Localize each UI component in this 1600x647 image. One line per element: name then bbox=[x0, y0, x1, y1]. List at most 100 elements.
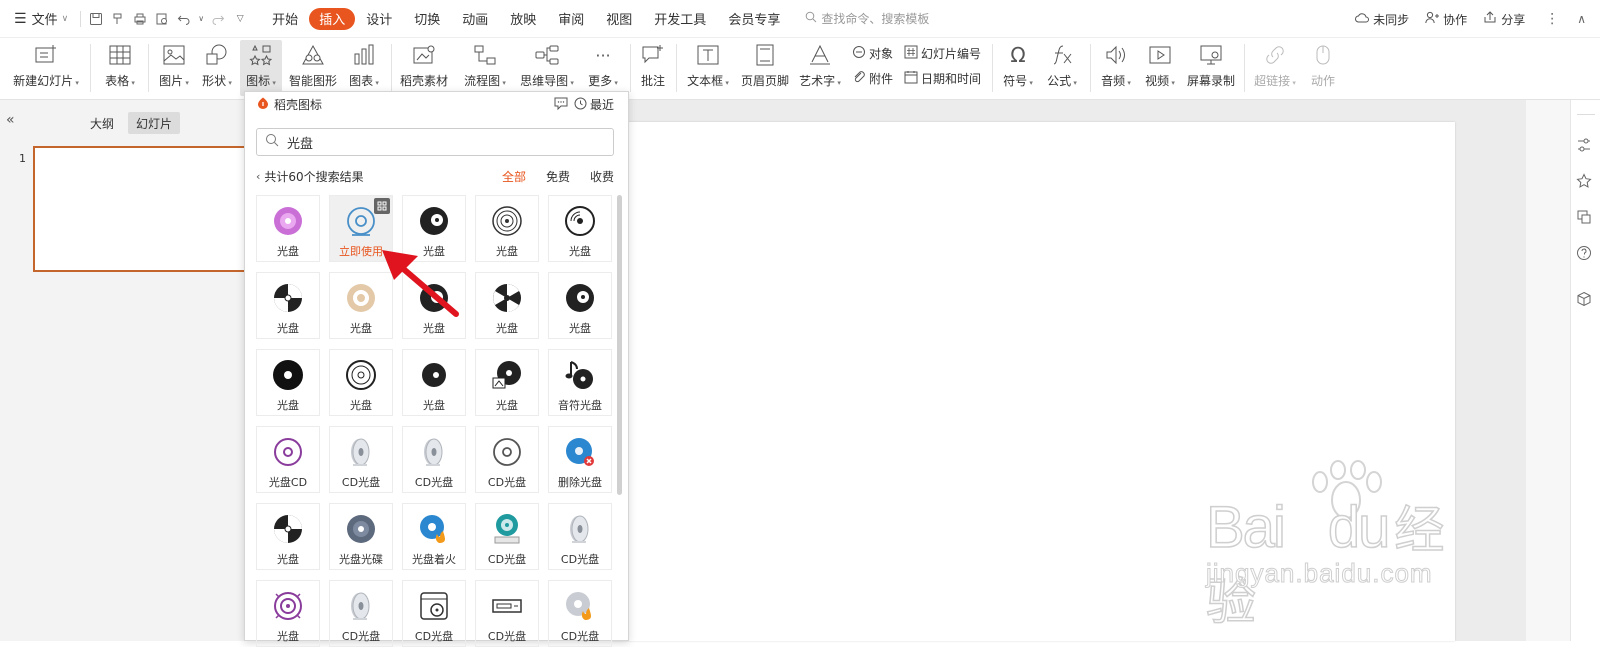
print-preview-icon[interactable] bbox=[151, 0, 173, 38]
docer-material-button[interactable]: 稻壳素材 bbox=[398, 40, 450, 96]
transform-icon[interactable] bbox=[1573, 206, 1595, 228]
audio-button[interactable]: 音频 ▾ bbox=[1096, 40, 1136, 96]
tab-slides[interactable]: 幻灯片 bbox=[128, 112, 181, 134]
attachment-button[interactable]: 附件 bbox=[852, 68, 893, 88]
grid-view-icon[interactable] bbox=[374, 198, 390, 214]
textbox-button[interactable]: 文本框 ▾ bbox=[683, 40, 733, 96]
chart-button[interactable]: 图表 ▾ bbox=[344, 40, 384, 96]
picture-button[interactable]: 图片 ▾ bbox=[154, 40, 194, 96]
icon-cell[interactable]: 删除光盘 bbox=[548, 426, 612, 493]
icon-search-box[interactable] bbox=[256, 128, 614, 156]
star-icon[interactable] bbox=[1573, 170, 1595, 192]
properties-icon[interactable] bbox=[1573, 134, 1595, 156]
icon-cell[interactable]: 光盘 bbox=[475, 195, 539, 262]
icon-cell[interactable]: CD光盘 bbox=[548, 503, 612, 570]
symbol-button[interactable]: Ω 符号 ▾ bbox=[998, 40, 1038, 96]
hyperlink-button[interactable]: 超链接 ▾ bbox=[1252, 40, 1298, 96]
icon-cell[interactable]: 光盘 bbox=[256, 195, 320, 262]
icon-cell[interactable]: 光盘 bbox=[256, 503, 320, 570]
icon-label: 光盘 bbox=[496, 399, 518, 412]
cube-icon[interactable] bbox=[1573, 288, 1595, 310]
disc-icon bbox=[563, 204, 597, 238]
action-button[interactable]: 动作 bbox=[1304, 40, 1342, 96]
icon-cell[interactable]: 光盘 bbox=[329, 349, 393, 416]
sync-button[interactable]: 未同步 bbox=[1347, 11, 1417, 28]
icon-cell[interactable]: 光盘 bbox=[402, 349, 466, 416]
tab-view[interactable]: 视图 bbox=[595, 0, 643, 38]
undo-icon[interactable] bbox=[173, 0, 195, 38]
icon-cell[interactable]: CD光盘 bbox=[402, 580, 466, 647]
print-icon[interactable] bbox=[129, 0, 151, 38]
icon-cell[interactable]: CD光盘 bbox=[329, 580, 393, 647]
slide-thumbnail[interactable] bbox=[33, 146, 248, 272]
more-icon[interactable]: ⋮ bbox=[1533, 11, 1571, 27]
video-button[interactable]: 视频 ▾ bbox=[1140, 40, 1180, 96]
shape-button[interactable]: 形状 ▾ bbox=[197, 40, 237, 96]
command-search[interactable]: 查找命令、搜索模板 bbox=[805, 10, 929, 27]
recent-button[interactable]: 最近 bbox=[574, 96, 614, 113]
slide-number-button[interactable]: 幻灯片编号 bbox=[904, 43, 981, 63]
icon-cell[interactable]: 光盘光碟 bbox=[329, 503, 393, 570]
table-button[interactable]: 表格 ▾ bbox=[99, 40, 141, 96]
file-menu[interactable]: ☰ 文件 ∨ bbox=[0, 0, 76, 38]
tab-home[interactable]: 开始 bbox=[261, 0, 309, 38]
icon-cell[interactable]: CD光盘 bbox=[548, 580, 612, 647]
tab-animation[interactable]: 动画 bbox=[451, 0, 499, 38]
tab-developer[interactable]: 开发工具 bbox=[643, 0, 717, 38]
icon-search-input[interactable] bbox=[287, 134, 587, 150]
icon-button[interactable]: 图标 ▾ bbox=[240, 40, 282, 96]
tab-review[interactable]: 审阅 bbox=[547, 0, 595, 38]
disc-icon bbox=[417, 512, 451, 546]
share-button[interactable]: 分享 bbox=[1475, 11, 1533, 28]
tab-insert[interactable]: 插入 bbox=[309, 7, 356, 30]
filter-paid[interactable]: 收费 bbox=[590, 168, 614, 185]
icon-cell[interactable]: CD光盘 bbox=[475, 426, 539, 493]
comment-button[interactable]: 批注 bbox=[636, 40, 670, 96]
icon-cell[interactable]: 光盘 bbox=[475, 272, 539, 339]
help-icon[interactable] bbox=[1573, 242, 1595, 264]
flowchart-button[interactable]: 流程图 ▾ bbox=[459, 40, 511, 96]
icon-cell[interactable]: 光盘着火 bbox=[402, 503, 466, 570]
tab-design[interactable]: 设计 bbox=[355, 0, 403, 38]
icon-cell[interactable]: 光盘 bbox=[548, 195, 612, 262]
save-icon[interactable] bbox=[85, 0, 107, 38]
new-slide-button[interactable]: 新建幻灯片 ▾ bbox=[10, 40, 82, 96]
format-painter-icon[interactable] bbox=[107, 0, 129, 38]
icon-cell[interactable]: CD光盘 bbox=[402, 426, 466, 493]
tab-member[interactable]: 会员专享 bbox=[717, 0, 791, 38]
object-button[interactable]: 对象 bbox=[852, 43, 893, 63]
smartart-button[interactable]: 智能图形 bbox=[287, 40, 339, 96]
icon-cell[interactable]: 光盘 bbox=[256, 272, 320, 339]
chevron-down-icon[interactable]: ∨ bbox=[195, 0, 207, 38]
panel-scrollbar[interactable] bbox=[617, 195, 622, 495]
icon-cell[interactable]: 光盘 bbox=[475, 349, 539, 416]
icon-cell[interactable]: 音符光盘 bbox=[548, 349, 612, 416]
icon-cell[interactable]: 光盘 bbox=[256, 349, 320, 416]
mindmap-button[interactable]: 思维导图 ▾ bbox=[517, 40, 577, 96]
icon-label: 光盘CD bbox=[268, 476, 308, 489]
tab-transition[interactable]: 切换 bbox=[403, 0, 451, 38]
redo-icon[interactable] bbox=[207, 0, 229, 38]
use-now-label[interactable]: 立即使用 bbox=[339, 243, 383, 259]
tab-outline[interactable]: 大纲 bbox=[82, 112, 122, 134]
search-result-count[interactable]: ‹ 共计60个搜索结果 bbox=[256, 168, 364, 185]
more-button[interactable]: ··· 更多 ▾ bbox=[582, 40, 624, 96]
icon-cell[interactable]: 光盘 bbox=[548, 272, 612, 339]
filter-free[interactable]: 免费 bbox=[546, 168, 570, 185]
collaborate-button[interactable]: 协作 bbox=[1417, 11, 1475, 28]
feedback-icon[interactable] bbox=[554, 97, 568, 113]
icon-cell[interactable]: 光盘 bbox=[256, 580, 320, 647]
customize-toolbar-icon[interactable]: ▽ bbox=[229, 0, 251, 38]
wordart-button[interactable]: 艺术字 ▾ bbox=[797, 40, 843, 96]
filter-all[interactable]: 全部 bbox=[502, 168, 526, 185]
icon-cell[interactable]: CD光盘 bbox=[329, 426, 393, 493]
icon-cell[interactable]: CD光盘 bbox=[475, 503, 539, 570]
screen-record-button[interactable]: 屏幕录制 bbox=[1186, 40, 1236, 96]
collapse-ribbon-icon[interactable]: ∧ bbox=[1571, 12, 1600, 26]
icon-cell[interactable]: CD光盘 bbox=[475, 580, 539, 647]
formula-button[interactable]: 公式 ▾ bbox=[1042, 40, 1082, 96]
icon-cell[interactable]: 光盘CD bbox=[256, 426, 320, 493]
tab-slideshow[interactable]: 放映 bbox=[499, 0, 547, 38]
datetime-button[interactable]: 日期和时间 bbox=[904, 68, 981, 88]
header-footer-button[interactable]: 页眉页脚 bbox=[738, 40, 792, 96]
